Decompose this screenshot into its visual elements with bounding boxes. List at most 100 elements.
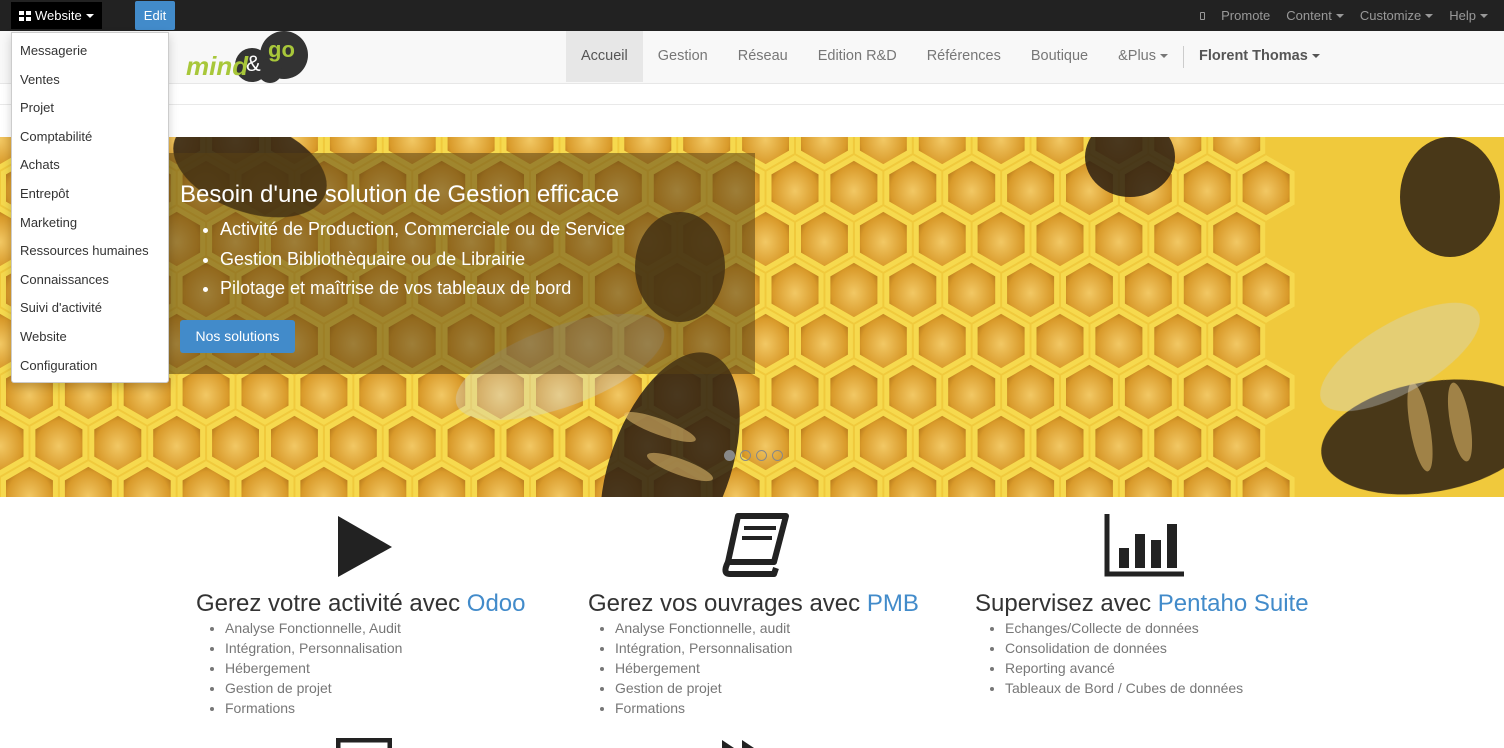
carousel-dot[interactable] <box>740 450 751 461</box>
menu-item-entrepot[interactable]: Entrepôt <box>12 180 168 209</box>
feature-bullet: Intégration, Personnalisation <box>225 638 402 658</box>
feature-bullet: Intégration, Personnalisation <box>615 638 792 658</box>
feature-bullets: Echanges/Collecte de données Consolidati… <box>1005 618 1243 698</box>
promote-label: Promote <box>1221 8 1271 23</box>
honeycomb-cell <box>1149 410 1207 476</box>
hero-caption: Besoin d'une solution de Gestion efficac… <box>168 153 755 374</box>
feature-title-text: Gerez votre activité avec <box>196 590 467 617</box>
honeycomb-cell <box>972 308 1030 374</box>
honeycomb-cell <box>1090 308 1148 374</box>
menu-item-comptabilite[interactable]: Comptabilité <box>12 123 168 152</box>
carousel-dot[interactable] <box>724 450 735 461</box>
carousel-dot[interactable] <box>772 450 783 461</box>
feature-bullet: Hébergement <box>225 658 402 678</box>
hero-bullet: Activité de Production, Commerciale ou d… <box>220 215 625 245</box>
nav-item-edition-rd[interactable]: Edition R&D <box>803 31 912 82</box>
honeycomb-cell <box>560 410 618 476</box>
honeycomb-cell <box>1178 359 1236 425</box>
feature-bullets: Analyse Fonctionnelle, audit Intégration… <box>615 618 792 718</box>
menu-item-marketing[interactable]: Marketing <box>12 209 168 238</box>
caret-down-icon <box>1425 13 1434 18</box>
svg-text:go: go <box>268 37 295 62</box>
edit-button[interactable]: Edit <box>135 1 175 30</box>
svg-text:&: & <box>246 51 261 76</box>
honeycomb-cell <box>1208 308 1266 374</box>
honeycomb-cell <box>913 410 971 476</box>
honeycomb-cell <box>825 257 883 323</box>
promote-menu[interactable]: Promote <box>1221 8 1270 23</box>
feature-bullet: Reporting avancé <box>1005 658 1243 678</box>
content-menu[interactable]: Content <box>1286 8 1344 23</box>
honeycomb-cell <box>766 359 824 425</box>
menu-item-projet[interactable]: Projet <box>12 94 168 123</box>
feature-bullet: Consolidation de données <box>1005 638 1243 658</box>
honeycomb-cell <box>854 206 912 272</box>
monitor-icon <box>336 738 392 748</box>
play-icon <box>338 516 392 577</box>
caret-down-icon <box>85 14 94 18</box>
honeycomb-cell <box>1002 359 1060 425</box>
nav-item-reseau[interactable]: Réseau <box>723 31 803 82</box>
feature-title-text: Supervisez avec <box>975 590 1158 617</box>
caret-down-icon <box>1160 54 1168 58</box>
menu-item-achats[interactable]: Achats <box>12 151 168 180</box>
nos-solutions-button[interactable]: Nos solutions <box>180 320 295 353</box>
main-nav: Accueil Gestion Réseau Edition R&D Référ… <box>566 31 1335 83</box>
help-menu[interactable]: Help <box>1449 8 1488 23</box>
honeycomb-cell <box>1031 410 1089 476</box>
hero-title: Besoin d'une solution de Gestion efficac… <box>180 181 620 208</box>
menu-item-connaissances[interactable]: Connaissances <box>12 266 168 295</box>
nav-item-accueil[interactable]: Accueil <box>566 31 643 82</box>
nav-item-gestion[interactable]: Gestion <box>643 31 723 82</box>
hero-bullets: Activité de Production, Commerciale ou d… <box>220 215 625 304</box>
honeycomb-cell <box>972 410 1030 476</box>
feature-title-link[interactable]: PMB <box>867 590 919 617</box>
honeycomb-cell <box>1237 257 1295 323</box>
feature-title-link[interactable]: Odoo <box>467 590 526 617</box>
honeycomb-cell <box>1002 257 1060 323</box>
honeycomb-cell <box>884 257 942 323</box>
mobile-preview-icon[interactable] <box>1200 11 1206 20</box>
apps-menu-label: Website <box>35 8 82 23</box>
apps-menu-button[interactable]: Website <box>11 2 102 29</box>
honeycomb-cell <box>913 206 971 272</box>
feature-bullet: Tableaux de Bord / Cubes de données <box>1005 678 1243 698</box>
honeycomb-cell <box>1119 359 1177 425</box>
honeycomb-cell <box>207 410 264 476</box>
nav-item-plus-label: &Plus <box>1118 48 1156 64</box>
menu-item-configuration[interactable]: Configuration <box>12 352 168 381</box>
honeycomb-cell <box>1090 206 1148 272</box>
honeycomb-cell <box>913 308 971 374</box>
menu-item-ventes[interactable]: Ventes <box>12 66 168 95</box>
feature-title-link[interactable]: Pentaho Suite <box>1158 590 1309 617</box>
honeycomb-cell <box>854 308 912 374</box>
honeycomb-cell <box>884 359 942 425</box>
site-navbar: mind & go Accueil Gestion Réseau Edition… <box>0 31 1504 84</box>
customize-menu[interactable]: Customize <box>1360 8 1434 23</box>
content-label: Content <box>1286 8 1332 23</box>
book-icon <box>722 513 789 577</box>
honeycomb-cell <box>1237 155 1295 221</box>
honeycomb-cell <box>825 359 883 425</box>
honeycomb-cell <box>1090 410 1148 476</box>
menu-item-website[interactable]: Website <box>12 323 168 352</box>
menu-item-messagerie[interactable]: Messagerie <box>12 37 168 66</box>
help-label: Help <box>1449 8 1476 23</box>
nav-item-references[interactable]: Références <box>912 31 1016 82</box>
honeycomb-cell <box>1208 410 1266 476</box>
nav-item-boutique[interactable]: Boutique <box>1016 31 1103 82</box>
honeycomb-cell <box>1237 359 1295 425</box>
carousel-dot[interactable] <box>756 450 767 461</box>
menu-item-suivi-activite[interactable]: Suivi d'activité <box>12 294 168 323</box>
user-menu[interactable]: Florent Thomas <box>1184 31 1335 82</box>
menu-item-ressources-humaines[interactable]: Ressources humaines <box>12 237 168 266</box>
honeycomb-cell <box>30 410 88 476</box>
honeycomb-cell <box>1002 155 1060 221</box>
divider <box>0 104 1504 105</box>
honeycomb-cell <box>943 359 1001 425</box>
site-logo[interactable]: mind & go <box>184 31 312 83</box>
caret-down-icon <box>1335 13 1344 18</box>
nav-item-plus[interactable]: &Plus <box>1103 31 1183 82</box>
feature-bullet: Gestion de projet <box>225 678 402 698</box>
caret-down-icon <box>1311 54 1320 58</box>
